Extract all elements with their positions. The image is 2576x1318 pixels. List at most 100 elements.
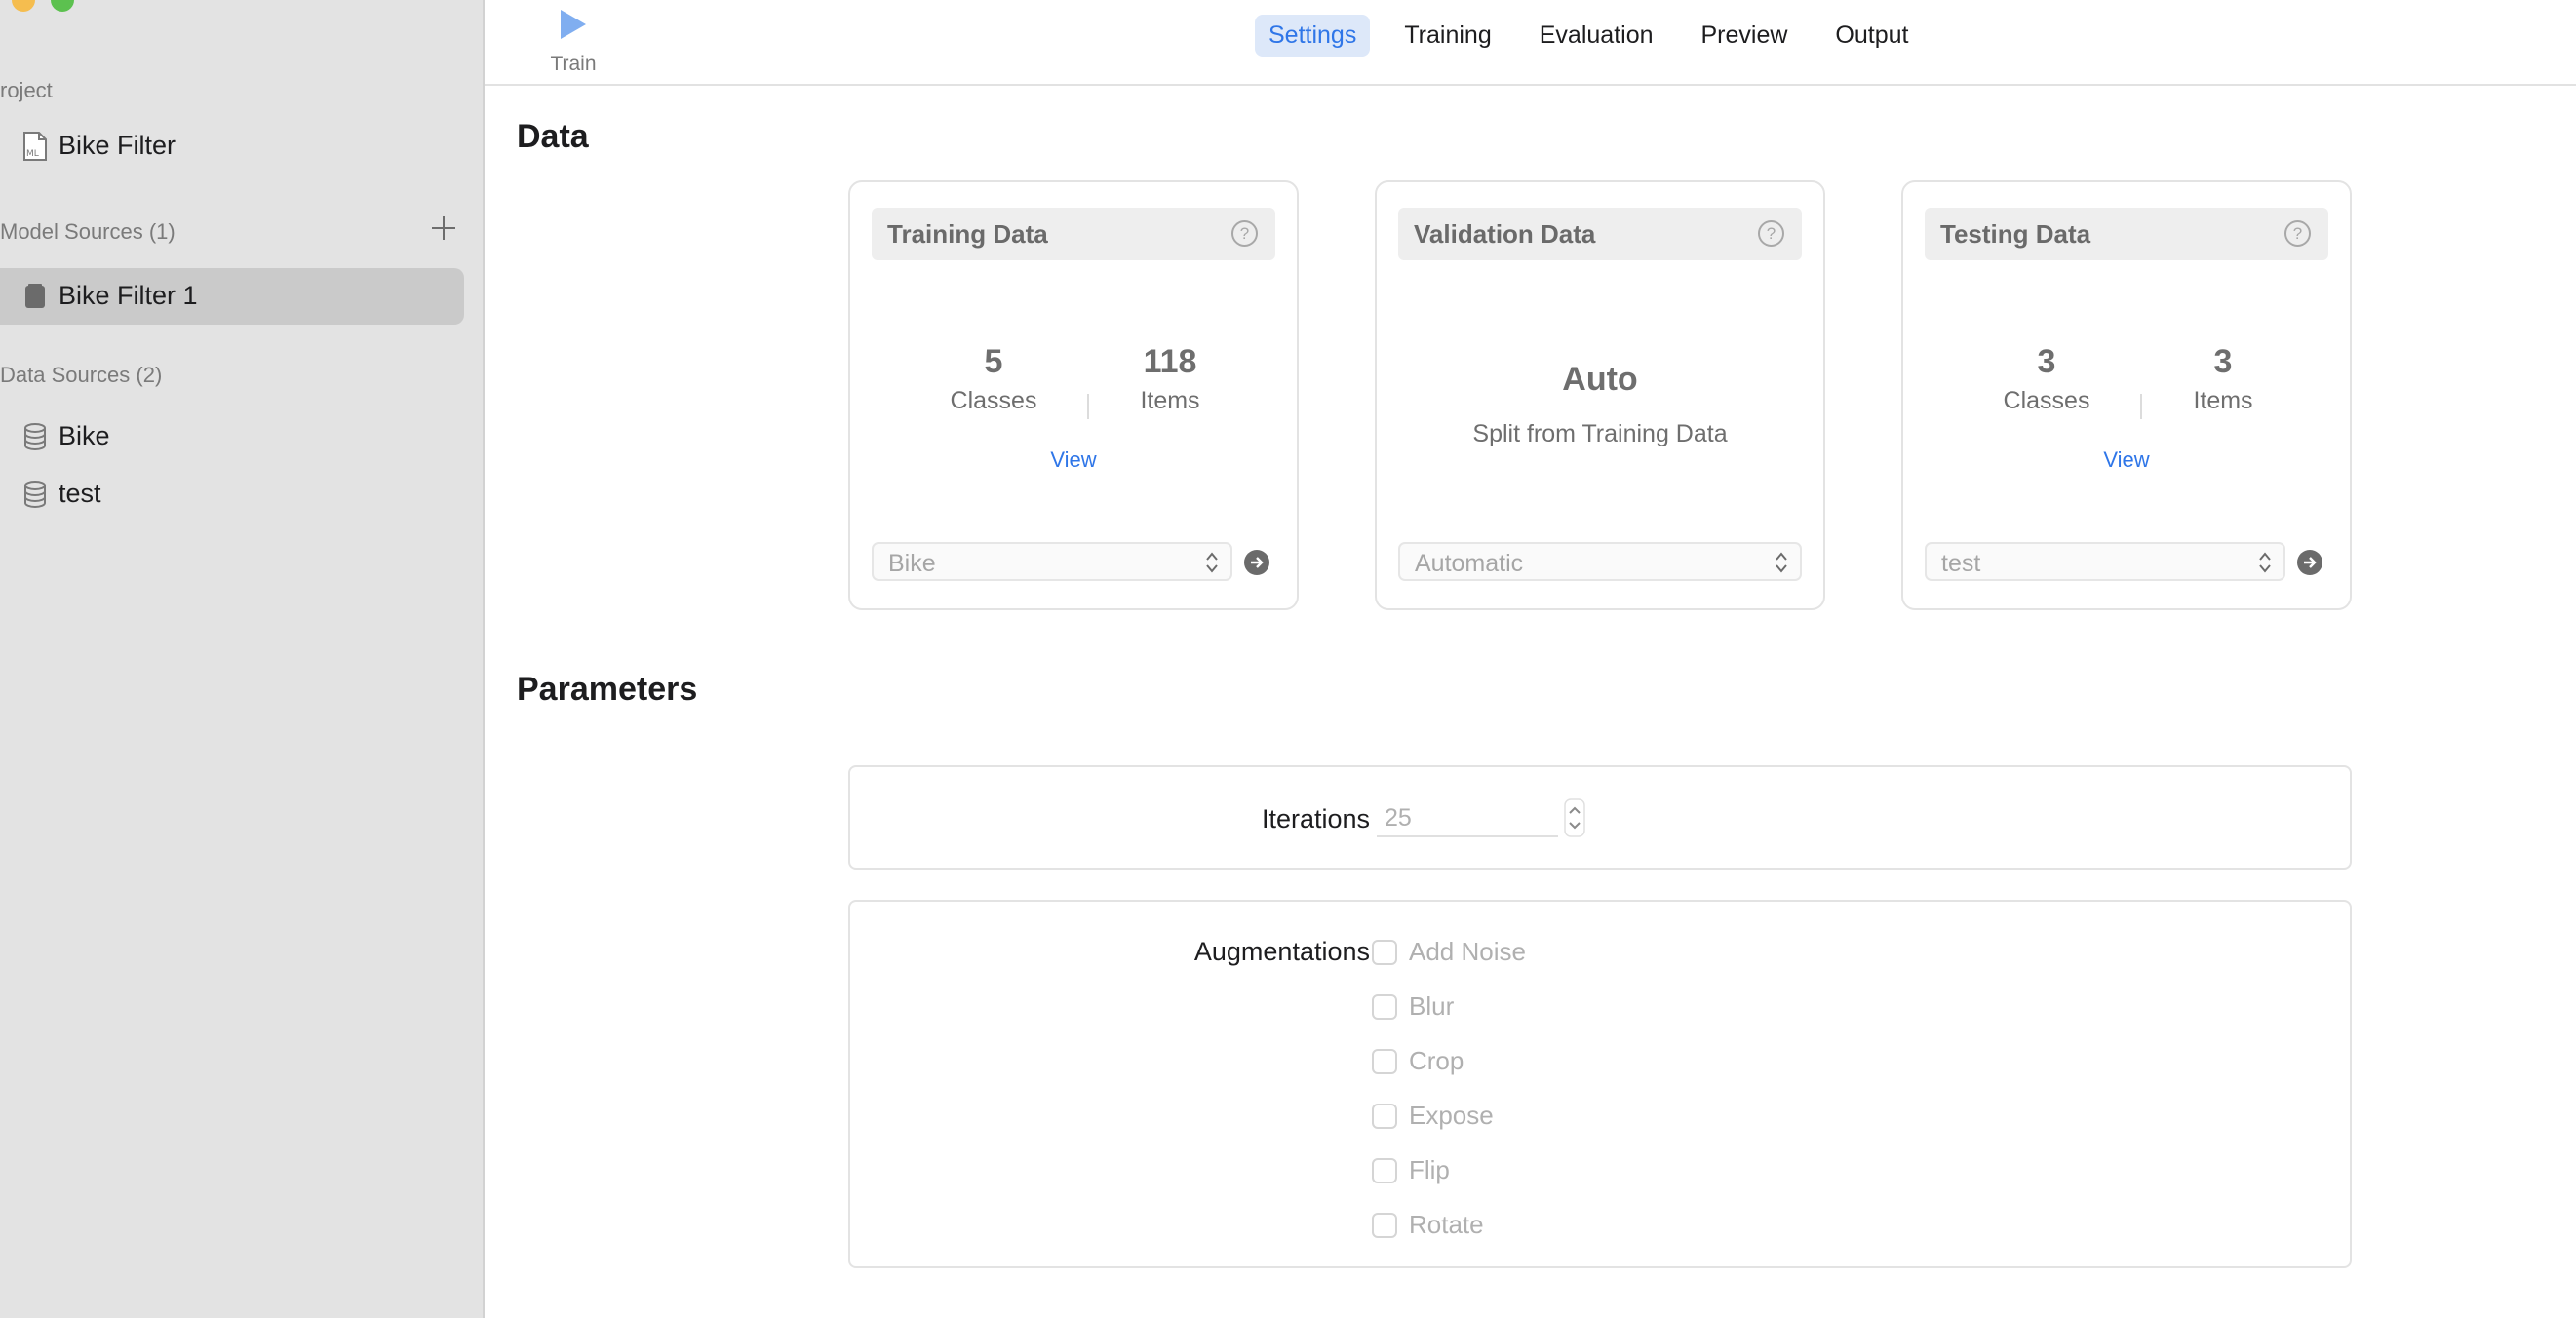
tab-evaluation[interactable]: Evaluation	[1526, 15, 1667, 57]
model-icon	[21, 282, 49, 311]
add-noise-label: Add Noise	[1409, 937, 1526, 966]
minimize-window-button[interactable]	[12, 0, 35, 12]
testing-classes-count: 3	[2037, 343, 2056, 380]
help-icon[interactable]: ?	[2284, 220, 2311, 247]
testing-items-stat: 3 Items	[2155, 343, 2291, 415]
data-sources-label: Data Sources (2)	[0, 363, 163, 387]
sidebar-item-data-bike[interactable]: Bike	[21, 421, 110, 451]
data-section-title: Data	[517, 118, 589, 155]
augmentation-blur[interactable]: Blur	[1372, 991, 1454, 1022]
tab-preview[interactable]: Preview	[1688, 15, 1802, 57]
svg-text:ML: ML	[26, 149, 39, 159]
training-classes-label: Classes	[950, 387, 1037, 414]
training-go-button[interactable]	[1244, 550, 1269, 575]
sidebar: roject ML Bike Filter Model Sources (1) …	[0, 0, 485, 1318]
chevron-updown-icon	[1206, 552, 1218, 573]
validation-description: Split from Training Data	[1472, 420, 1728, 447]
model-sources-label: Model Sources (1)	[0, 219, 176, 244]
training-items-stat: 118 Items	[1102, 343, 1238, 415]
arrow-right-icon	[1251, 557, 1264, 568]
crop-checkbox[interactable]	[1372, 1048, 1397, 1074]
validation-data-select-value: Automatic	[1415, 550, 1524, 577]
tab-output[interactable]: Output	[1821, 15, 1922, 57]
blur-label: Blur	[1409, 991, 1455, 1021]
database-icon	[21, 422, 49, 451]
iterations-stepper[interactable]	[1564, 798, 1585, 837]
validation-data-header: Validation Data ?	[1398, 208, 1802, 260]
training-classes-count: 5	[984, 343, 1003, 380]
expose-checkbox[interactable]	[1372, 1103, 1397, 1129]
stat-divider	[2140, 394, 2142, 419]
toolbar: Train Settings Training Evaluation Previ…	[485, 0, 2576, 86]
flip-checkbox[interactable]	[1372, 1157, 1397, 1183]
augmentations-label: Augmentations	[1193, 937, 1370, 966]
play-icon	[561, 10, 586, 39]
validation-data-title: Validation Data	[1414, 219, 1596, 249]
database-icon	[21, 480, 49, 509]
rotate-checkbox[interactable]	[1372, 1212, 1397, 1238]
testing-data-select[interactable]: test	[1925, 542, 2285, 581]
tab-settings[interactable]: Settings	[1255, 15, 1371, 57]
flip-label: Flip	[1409, 1155, 1450, 1184]
chevron-updown-icon	[2259, 552, 2271, 573]
testing-go-button[interactable]	[2297, 550, 2322, 575]
training-data-card: Training Data ? 5 Classes 118 Items View…	[848, 180, 1299, 610]
train-button-label: Train	[550, 53, 597, 75]
rotate-label: Rotate	[1409, 1210, 1484, 1239]
testing-classes-label: Classes	[2003, 387, 2090, 414]
testing-data-title: Testing Data	[1940, 219, 2091, 249]
testing-view-link[interactable]: View	[1903, 447, 2350, 473]
augmentation-add-noise[interactable]: Add Noise	[1372, 937, 1526, 967]
testing-data-header: Testing Data ?	[1925, 208, 2328, 260]
training-items-label: Items	[1140, 387, 1200, 414]
testing-data-select-value: test	[1941, 550, 1981, 577]
iterations-box: Iterations 25	[848, 765, 2352, 870]
augmentations-box: Augmentations Add Noise Blur Crop Expose…	[848, 900, 2352, 1268]
blur-checkbox[interactable]	[1372, 993, 1397, 1020]
project-section-label: roject	[0, 78, 53, 102]
sidebar-item-data-test[interactable]: test	[21, 479, 101, 509]
iterations-input[interactable]: 25	[1377, 800, 1558, 837]
crop-label: Crop	[1409, 1046, 1464, 1075]
training-data-select[interactable]: Bike	[872, 542, 1232, 581]
sidebar-item-data-test-label: test	[59, 479, 101, 508]
augmentation-expose[interactable]: Expose	[1372, 1101, 1494, 1131]
help-icon[interactable]: ?	[1758, 220, 1784, 247]
validation-data-select[interactable]: Automatic	[1398, 542, 1802, 581]
training-view-link[interactable]: View	[850, 447, 1297, 473]
zoom-window-button[interactable]	[51, 0, 74, 12]
train-button[interactable]: Train	[543, 6, 604, 80]
tab-bar: Settings Training Evaluation Preview Out…	[1255, 15, 1942, 57]
augmentation-crop[interactable]: Crop	[1372, 1046, 1464, 1076]
parameters-section-title: Parameters	[517, 671, 698, 708]
testing-items-label: Items	[2193, 387, 2253, 414]
tab-training[interactable]: Training	[1390, 15, 1504, 57]
testing-data-card: Testing Data ? 3 Classes 3 Items View te…	[1901, 180, 2352, 610]
help-icon[interactable]: ?	[1231, 220, 1258, 247]
add-model-source-button[interactable]	[432, 216, 455, 240]
validation-data-card: Validation Data ? Auto Split from Traini…	[1375, 180, 1825, 610]
add-noise-checkbox[interactable]	[1372, 939, 1397, 965]
validation-mode: Auto	[1562, 361, 1638, 398]
sidebar-item-project[interactable]: ML Bike Filter	[21, 131, 176, 161]
augmentation-rotate[interactable]: Rotate	[1372, 1210, 1484, 1240]
training-classes-stat: 5 Classes	[925, 343, 1062, 415]
stat-divider	[1087, 394, 1089, 419]
training-items-count: 118	[1143, 343, 1197, 380]
arrow-right-icon	[2304, 557, 2317, 568]
ml-file-icon: ML	[21, 131, 49, 161]
augmentation-flip[interactable]: Flip	[1372, 1155, 1450, 1185]
training-data-title: Training Data	[887, 219, 1048, 249]
sidebar-item-project-label: Bike Filter	[59, 131, 176, 160]
chevron-updown-icon	[1776, 552, 1787, 573]
testing-classes-stat: 3 Classes	[1978, 343, 2115, 415]
training-data-select-value: Bike	[888, 550, 936, 577]
iterations-value: 25	[1385, 804, 1412, 832]
sidebar-item-data-bike-label: Bike	[59, 421, 110, 450]
iterations-label: Iterations	[1261, 804, 1370, 833]
training-data-header: Training Data ?	[872, 208, 1275, 260]
sidebar-item-model-label: Bike Filter 1	[59, 281, 198, 310]
expose-label: Expose	[1409, 1101, 1494, 1130]
testing-items-count: 3	[2213, 343, 2233, 380]
sidebar-item-model[interactable]: Bike Filter 1	[21, 281, 198, 311]
